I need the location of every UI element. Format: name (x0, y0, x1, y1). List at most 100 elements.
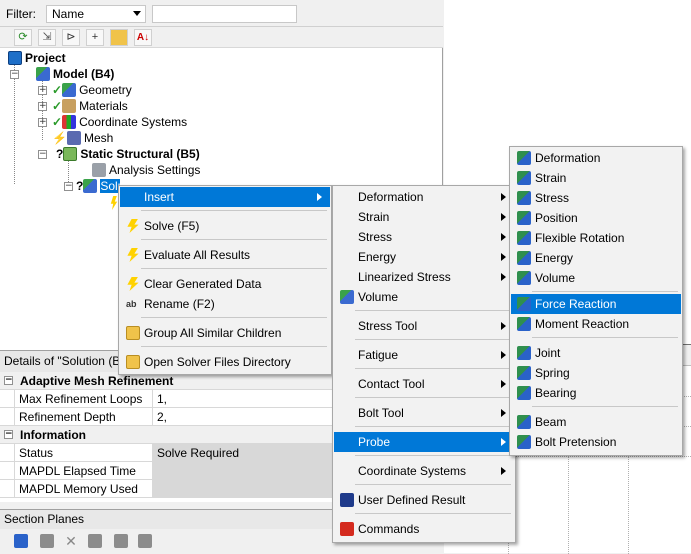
chevron-right-icon (501, 213, 506, 221)
expand-toggle[interactable]: + (38, 86, 47, 95)
tree-node-project[interactable]: Project (8, 50, 66, 66)
menu-item-probe-stress[interactable]: Stress (511, 188, 681, 208)
menu-separator (141, 239, 327, 240)
menu-item-stress-tool[interactable]: Stress Tool (334, 316, 514, 336)
probe-icon (517, 297, 531, 311)
menu-separator (355, 426, 511, 427)
chevron-right-icon (501, 253, 506, 261)
refresh-icon[interactable]: ⟳ (14, 29, 32, 46)
menu-item-deformation[interactable]: Deformation (334, 187, 514, 207)
lightning-icon: ⚡ (52, 131, 67, 145)
menu-item-contact-tool[interactable]: Contact Tool (334, 374, 514, 394)
menu-item-probe-volume[interactable]: Volume (511, 268, 681, 288)
tree-node-materials[interactable]: ✓ Materials (52, 98, 128, 114)
menu-item-insert[interactable]: Insert (120, 187, 330, 207)
plane-edit-icon[interactable] (138, 534, 152, 548)
menu-item-probe-beam[interactable]: Beam (511, 412, 681, 432)
menu-item-energy[interactable]: Energy (334, 247, 514, 267)
filter-label: Filter: (6, 7, 36, 21)
chevron-right-icon (501, 351, 506, 359)
user-result-icon (340, 493, 354, 507)
probe-icon (517, 151, 531, 165)
connect-icon[interactable]: ⊳ (62, 29, 80, 46)
menu-item-probe-joint[interactable]: Joint (511, 343, 681, 363)
lightning-icon (110, 196, 118, 210)
collapse-toggle[interactable]: − (38, 150, 47, 159)
expand-toggle[interactable]: + (38, 102, 47, 111)
tree-node-solution[interactable]: ?Solution (B6) (76, 178, 120, 194)
menu-item-open-solver[interactable]: Open Solver Files Directory (120, 352, 330, 372)
probe-icon (517, 366, 531, 380)
tree-node-model[interactable]: Model (B4) (36, 66, 114, 82)
sort-az-icon[interactable]: A↓ (134, 29, 152, 46)
expand-toggle[interactable]: + (38, 118, 47, 127)
menu-item-probe-position[interactable]: Position (511, 208, 681, 228)
menu-separator (355, 339, 511, 340)
menu-item-volume[interactable]: Volume (334, 287, 514, 307)
menu-item-rename[interactable]: ab Rename (F2) (120, 294, 330, 314)
menu-item-fatigue[interactable]: Fatigue (334, 345, 514, 365)
collapse-toggle[interactable]: − (4, 430, 13, 439)
probe-icon (517, 211, 531, 225)
menu-item-probe-bolt-pretension[interactable]: Bolt Pretension (511, 432, 681, 452)
tree-node-coordinate-systems[interactable]: ✓ Coordinate Systems (52, 114, 187, 130)
collapse-toggle[interactable]: − (10, 70, 19, 79)
probe-icon (517, 251, 531, 265)
menu-item-evaluate[interactable]: Evaluate All Results (120, 245, 330, 265)
menu-item-probe-spring[interactable]: Spring (511, 363, 681, 383)
probe-icon (517, 435, 531, 449)
plane-cap-icon[interactable] (114, 534, 128, 548)
menu-item-probe-flexible-rotation[interactable]: Flexible Rotation (511, 228, 681, 248)
menu-item-group[interactable]: Group All Similar Children (120, 323, 330, 343)
menu-item-probe-force-reaction[interactable]: Force Reaction (511, 294, 681, 314)
add-plane-icon[interactable] (14, 534, 28, 548)
menu-item-clear[interactable]: Clear Generated Data (120, 274, 330, 294)
filter-dropdown[interactable]: Name (46, 5, 146, 23)
tree-node-mesh[interactable]: ⚡ Mesh (52, 130, 113, 146)
menu-item-probe-deformation[interactable]: Deformation (511, 148, 681, 168)
chevron-right-icon (501, 409, 506, 417)
lightning-icon (127, 219, 139, 233)
menu-item-bolt-tool[interactable]: Bolt Tool (334, 403, 514, 423)
collapse-toggle[interactable]: − (64, 182, 73, 191)
menu-separator (355, 484, 511, 485)
project-icon (8, 51, 22, 65)
menu-item-probe-moment-reaction[interactable]: Moment Reaction (511, 314, 681, 334)
tree-node-static-structural[interactable]: ? Static Structural (B5) (56, 146, 200, 162)
geometry-icon (62, 83, 77, 97)
tree-node-geometry[interactable]: ✓ Geometry (52, 82, 132, 98)
menu-item-strain[interactable]: Strain (334, 207, 514, 227)
menu-item-coordinate-systems[interactable]: Coordinate Systems (334, 461, 514, 481)
menu-item-probe-energy[interactable]: Energy (511, 248, 681, 268)
menu-separator (532, 406, 678, 407)
plane-view-icon[interactable] (88, 534, 102, 548)
filter-search-input[interactable] (152, 5, 297, 23)
menu-item-commands[interactable]: Commands (334, 519, 514, 539)
copy-plane-icon[interactable] (40, 534, 54, 548)
chevron-right-icon (317, 193, 322, 201)
delete-icon[interactable]: ✕ (64, 534, 78, 548)
menu-separator (355, 368, 511, 369)
menu-item-probe-strain[interactable]: Strain (511, 168, 681, 188)
lightning-icon (127, 248, 139, 262)
menu-item-probe[interactable]: Probe (334, 432, 514, 452)
menu-item-linearized-stress[interactable]: Linearized Stress (334, 267, 514, 287)
menu-item-solve[interactable]: Solve (F5) (120, 216, 330, 236)
menu-item-stress[interactable]: Stress (334, 227, 514, 247)
menu-separator (355, 513, 511, 514)
folder-icon[interactable] (110, 29, 128, 46)
folder-open-icon (126, 355, 140, 369)
menu-item-user-defined-result[interactable]: User Defined Result (334, 490, 514, 510)
chevron-down-icon (133, 11, 141, 16)
menu-item-probe-bearing[interactable]: Bearing (511, 383, 681, 403)
tree-node-analysis-settings[interactable]: Analysis Settings (92, 162, 200, 178)
collapse-toggle[interactable]: − (4, 376, 13, 385)
menu-separator (141, 268, 327, 269)
plus-icon[interactable]: + (86, 29, 104, 46)
volume-icon (340, 290, 354, 304)
lightning-icon (127, 277, 139, 291)
expand-icon[interactable]: ⇲ (38, 29, 56, 46)
menu-separator (532, 291, 678, 292)
menu-separator (532, 337, 678, 338)
insert-submenu: Deformation Strain Stress Energy Lineari… (332, 185, 516, 543)
